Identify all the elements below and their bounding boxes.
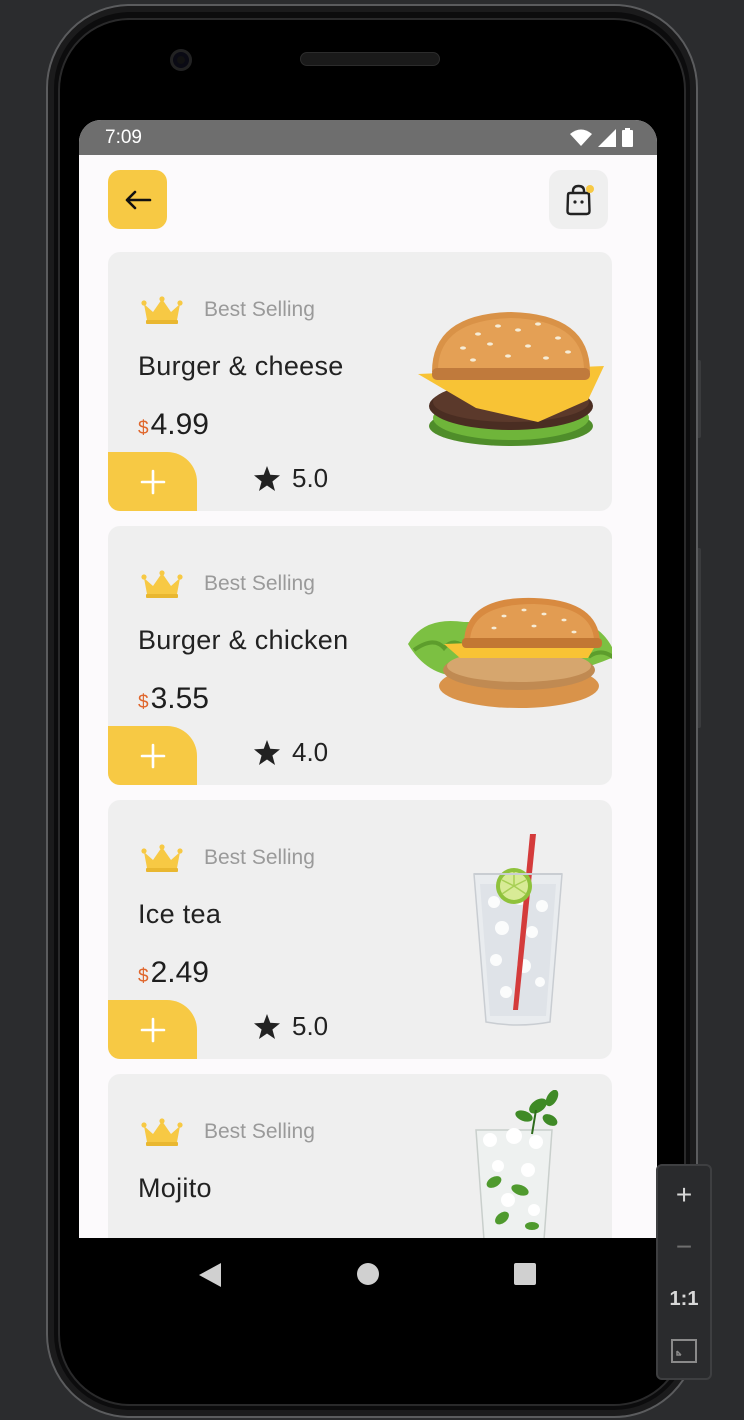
emulator-window: 7:09 Best Selling Burger & cheese $4.99 … xyxy=(0,0,744,1420)
mojito-image xyxy=(475,1090,559,1238)
product-card[interactable]: Best Selling Burger & chicken $3.55 4.0 xyxy=(108,526,612,785)
product-price: $4.99 xyxy=(138,408,209,442)
badge-label: Best Selling xyxy=(204,298,315,321)
plus-icon xyxy=(140,1017,165,1042)
plus-icon xyxy=(140,743,165,768)
shopping-bag-icon xyxy=(565,184,594,215)
nav-home-icon[interactable] xyxy=(357,1263,379,1285)
rating-value: 5.0 xyxy=(292,1011,329,1041)
product-price: $3.55 xyxy=(138,682,209,716)
zoom-out-button[interactable]: − xyxy=(658,1222,710,1272)
status-icons xyxy=(570,128,633,147)
crown-icon xyxy=(141,1118,183,1146)
wifi-icon xyxy=(570,129,592,146)
product-card[interactable]: Best Selling Burger & cheese $4.99 5.0 xyxy=(108,252,612,511)
nav-back-icon[interactable] xyxy=(199,1263,221,1287)
zoom-in-button[interactable]: + xyxy=(658,1170,710,1220)
badge-label: Best Selling xyxy=(204,572,315,595)
fit-screen-button[interactable] xyxy=(658,1326,710,1376)
add-to-cart-button[interactable] xyxy=(108,1000,197,1059)
chicken-burger-image xyxy=(408,597,612,708)
star-icon xyxy=(254,466,280,491)
status-time: 7:09 xyxy=(105,127,142,148)
crown-icon xyxy=(141,296,183,324)
star-icon xyxy=(254,1014,280,1039)
currency-symbol: $ xyxy=(138,966,149,987)
actual-size-button[interactable]: 1:1 xyxy=(658,1274,710,1324)
product-rating: 5.0 xyxy=(254,463,328,494)
product-name: Burger & chicken xyxy=(138,625,349,655)
rating-value: 5.0 xyxy=(292,463,329,493)
plus-icon xyxy=(140,469,165,494)
app-screen: 7:09 Best Selling Burger & cheese $4.99 … xyxy=(79,120,657,1238)
battery-icon xyxy=(622,128,633,147)
emulator-zoom-panel: + − 1:1 xyxy=(656,1164,712,1380)
product-name: Mojito xyxy=(138,1173,212,1203)
add-to-cart-button[interactable] xyxy=(108,726,197,785)
android-nav-bar xyxy=(79,1238,657,1310)
price-value: 2.49 xyxy=(150,956,209,989)
crown-icon xyxy=(141,570,183,598)
badge-label: Best Selling xyxy=(204,846,315,869)
product-name: Burger & cheese xyxy=(138,351,344,381)
nav-recents-icon[interactable] xyxy=(514,1263,536,1285)
arrow-left-icon xyxy=(125,190,151,209)
best-selling-badge: Best Selling xyxy=(141,1118,315,1146)
product-price: $2.49 xyxy=(138,956,209,990)
currency-symbol: $ xyxy=(138,418,149,439)
product-name: Ice tea xyxy=(138,899,222,929)
ice-tea-image xyxy=(473,834,563,1026)
badge-label: Best Selling xyxy=(204,1120,315,1143)
fit-screen-icon xyxy=(671,1339,697,1363)
status-bar: 7:09 xyxy=(79,120,657,155)
crown-icon xyxy=(141,844,183,872)
signal-icon xyxy=(598,128,616,147)
best-selling-badge: Best Selling xyxy=(141,296,315,324)
product-card[interactable]: Best Selling Mojito xyxy=(108,1074,612,1238)
earpiece-speaker xyxy=(300,52,440,66)
product-card[interactable]: Best Selling Ice tea $2.49 5.0 xyxy=(108,800,612,1059)
star-icon xyxy=(254,740,280,765)
add-to-cart-button[interactable] xyxy=(108,452,197,511)
front-camera xyxy=(170,49,192,71)
price-value: 3.55 xyxy=(150,682,209,715)
best-selling-badge: Best Selling xyxy=(141,570,315,598)
product-rating: 4.0 xyxy=(254,737,328,768)
rating-value: 4.0 xyxy=(292,737,329,767)
currency-symbol: $ xyxy=(138,692,149,713)
cheeseburger-image xyxy=(418,312,604,446)
best-selling-badge: Best Selling xyxy=(141,844,315,872)
cart-button[interactable] xyxy=(549,170,608,229)
price-value: 4.99 xyxy=(150,408,209,441)
product-rating: 5.0 xyxy=(254,1011,328,1042)
back-button[interactable] xyxy=(108,170,167,229)
